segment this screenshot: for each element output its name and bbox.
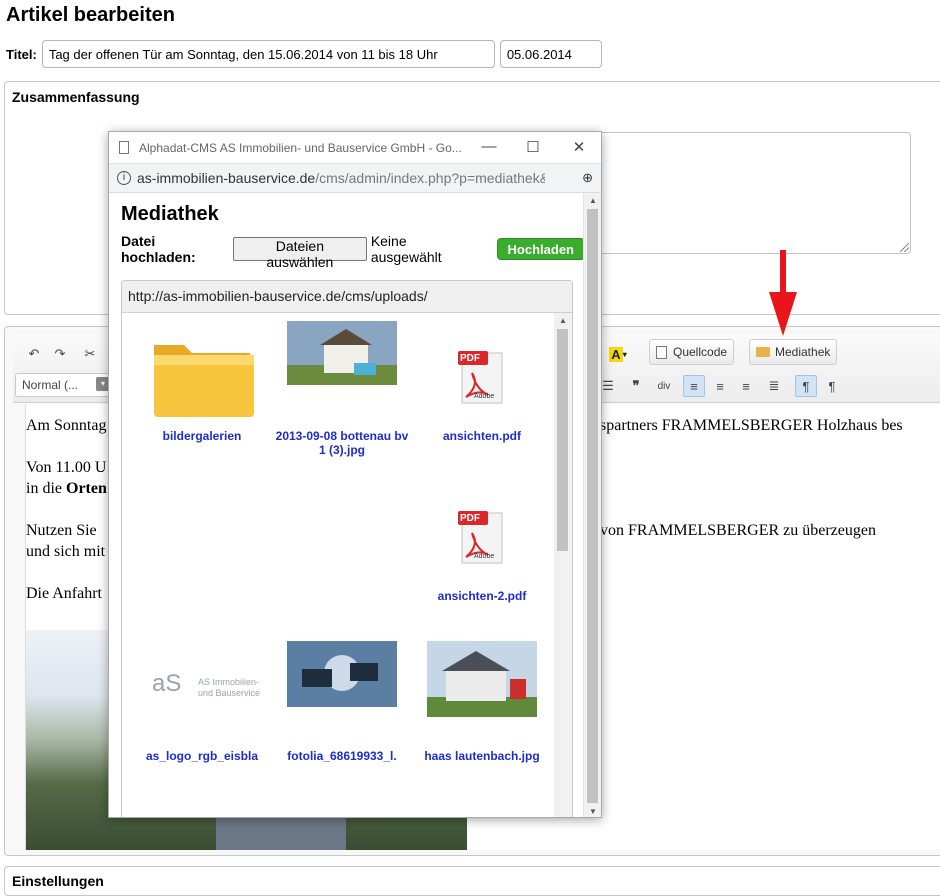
resize-handle-icon[interactable] [900, 243, 909, 252]
house-thumbnail [287, 321, 397, 385]
url-path: /cms/admin/index.php?p=mediathek&... [315, 170, 546, 186]
format-value: Normal (... [22, 378, 79, 392]
upload-button[interactable]: Hochladen [496, 238, 585, 260]
zoom-icon[interactable]: ⊕ [582, 170, 593, 186]
media-popup-window: Alphadat-CMS AS Immobilien- und Bauservi… [108, 131, 602, 818]
folder-icon [756, 347, 770, 357]
file-name: 2013-09-08 bottenau bv 1 (3).jpg [275, 429, 409, 457]
format-select[interactable]: Normal (... ▾ [15, 373, 115, 397]
path-bar: http://as-immobilien-bauservice.de/cms/u… [122, 281, 572, 313]
align-right-icon[interactable]: ≡ [735, 375, 757, 397]
file-name: ansichten.pdf [442, 429, 521, 443]
align-center-icon[interactable]: ≡ [709, 375, 731, 397]
undo-icon[interactable]: ↶ [23, 343, 45, 365]
upload-row: Datei hochladen: Dateien auswählen Keine… [121, 233, 585, 270]
page-title: Artikel bearbeiten [6, 4, 175, 26]
content-line-3: in die Orten [26, 479, 107, 499]
scroll-up-icon[interactable]: ▲ [589, 196, 597, 205]
url-host: as-immobilien-bauservice.de [137, 170, 316, 186]
cut-icon[interactable]: ✂ [79, 343, 101, 365]
pdf-badge: PDF [460, 513, 480, 524]
file-tile-pdf[interactable]: PDF Adobe ansichten-2.pdf [412, 481, 552, 631]
file-tile-image[interactable]: 2013-09-08 bottenau bv 1 (3).jpg [272, 321, 412, 471]
ltr-icon[interactable]: ¶ [795, 375, 817, 397]
logo-text-1: AS Immobilien- [198, 677, 260, 687]
popup-scroll-thumb[interactable] [587, 209, 598, 803]
content-line-2-left: Von 11.00 U [26, 459, 107, 476]
popup-scrollbar[interactable]: ▲ ▼ [583, 193, 601, 817]
file-tile-image[interactable]: fotolia_68619933_l. [272, 641, 412, 791]
source-button[interactable]: Quellcode [649, 339, 735, 365]
media-heading: Mediathek [121, 203, 219, 225]
grid-scroll-thumb[interactable] [557, 329, 568, 551]
file-tile-folder[interactable]: bildergalerien [132, 321, 272, 471]
popup-window-title: Alphadat-CMS AS Immobilien- und Bauservi… [139, 140, 462, 155]
content-line-4-left: Nutzen Sie [26, 522, 97, 539]
scroll-up-icon[interactable]: ▲ [559, 316, 567, 325]
content-line-3-left: in die [26, 480, 66, 497]
file-tile-pdf[interactable]: PDF Adobe ansichten.pdf [412, 321, 552, 471]
house-thumbnail [427, 641, 537, 717]
adobe-text: Adobe [474, 393, 495, 400]
text-color-icon[interactable]: A ▾ [603, 343, 633, 365]
file-name: bildergalerien [162, 429, 242, 443]
file-browser: http://as-immobilien-bauservice.de/cms/u… [121, 280, 573, 817]
svg-text:aS: aS [152, 670, 181, 697]
settings-label: Einstellungen [12, 873, 104, 889]
pdf-icon [458, 351, 503, 404]
adobe-text: Adobe [474, 553, 495, 560]
file-tile-image[interactable]: haas lautenbach.jpg [412, 641, 552, 791]
pdf-icon [458, 511, 503, 564]
maximize-icon[interactable]: ☐ [523, 138, 543, 158]
title-label: Titel: [6, 46, 37, 62]
summary-label: Zusammenfassung [12, 89, 140, 105]
settings-section: Einstellungen [4, 866, 940, 896]
red-arrow-icon [769, 250, 797, 336]
grid-scrollbar[interactable]: ▲ ▼ [554, 313, 572, 817]
source-label: Quellcode [673, 345, 728, 359]
title-row: Titel: [6, 40, 602, 68]
align-justify-icon[interactable]: ≣ [763, 375, 785, 397]
content-line-1-left: Am Sonntag [26, 417, 107, 434]
media-button[interactable]: Mediathek [749, 339, 838, 365]
content-line-3-bold: Orten [66, 480, 107, 497]
scroll-down-icon[interactable]: ▼ [589, 807, 597, 816]
align-left-icon[interactable]: ≡ [683, 375, 705, 397]
date-input[interactable] [499, 40, 602, 68]
pdf-badge: PDF [460, 353, 480, 364]
info-icon: i [117, 171, 131, 185]
file-name: haas lautenbach.jpg [424, 749, 540, 763]
choose-files-button[interactable]: Dateien auswählen [232, 237, 367, 270]
content-line-1-right: spartners FRAMMELSBERGER Holzhaus bes [600, 417, 903, 434]
folder-icon [154, 345, 254, 417]
file-grid: bildergalerien 2013-09-08 bottenau bv 1 … [122, 313, 556, 817]
redo-icon[interactable]: ↷ [49, 343, 71, 365]
rtl-icon[interactable]: ¶ [821, 375, 843, 397]
file-tile-logo[interactable]: aS AS Immobilien- und Bauservice as_logo… [132, 641, 272, 791]
content-line-6-left: Die Anfahrt [26, 585, 102, 602]
page-icon [119, 141, 129, 154]
minimize-icon[interactable]: — [479, 138, 499, 158]
file-name: ansichten-2.pdf [437, 589, 527, 603]
content-line-5-left: und sich mit [26, 543, 106, 560]
upload-label: Datei hochladen: [121, 233, 196, 265]
puzzle-thumbnail [287, 641, 397, 707]
popup-titlebar[interactable]: Alphadat-CMS AS Immobilien- und Bauservi… [109, 132, 601, 163]
media-label: Mediathek [775, 345, 831, 359]
content-line-4-right: von FRAMMELSBERGER zu überzeugen [600, 522, 876, 539]
close-icon[interactable]: ✕ [569, 138, 589, 158]
popup-urlbar[interactable]: i as-immobilien-bauservice.de /cms/admin… [109, 163, 601, 193]
title-input[interactable] [41, 40, 495, 68]
logo-text-2: und Bauservice [198, 688, 261, 698]
file-name: fotolia_68619933_l. [287, 749, 397, 763]
source-icon [656, 345, 667, 359]
popup-body: Mediathek Datei hochladen: Dateien auswä… [109, 193, 585, 817]
div-container-icon[interactable]: div [653, 375, 675, 397]
no-file-text: Keine ausgewählt [370, 233, 442, 265]
blockquote-icon[interactable]: ❞ [625, 375, 647, 397]
file-name: as_logo_rgb_eisbla [145, 749, 259, 763]
